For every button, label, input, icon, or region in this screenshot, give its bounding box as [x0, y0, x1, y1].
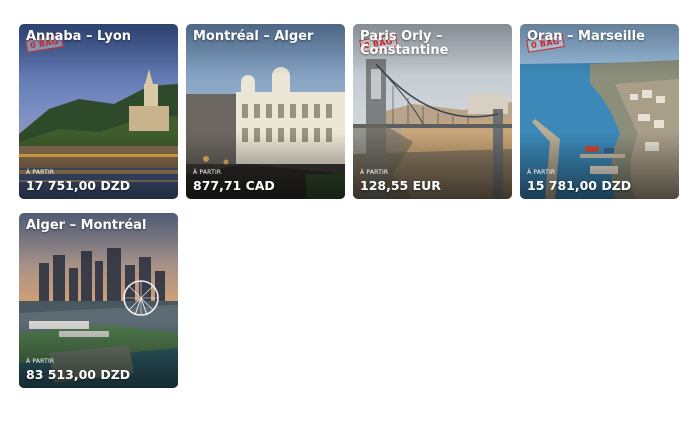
from-label: À PARTIR — [193, 169, 222, 176]
from-label: À PARTIR — [527, 169, 556, 176]
route-title: Oran – Marseille — [527, 29, 645, 44]
destination-grid: 0 BAG Annaba – Lyon À PARTIR 17 751,00 D… — [19, 24, 679, 388]
destination-card-oran-marseille[interactable]: 0 BAG Oran – Marseille À PARTIR 15 781,0… — [520, 24, 679, 199]
destination-card-alger-montreal[interactable]: Alger – Montréal À PARTIR 83 513,00 DZD — [19, 213, 178, 388]
route-title: Annaba – Lyon — [26, 29, 132, 44]
route-title: Paris Orly – Constantine — [360, 29, 449, 58]
from-label: À PARTIR — [360, 169, 389, 176]
price-label: 83 513,00 DZD — [26, 367, 131, 382]
destination-card-montreal-alger[interactable]: Montréal – Alger À PARTIR 877,71 CAD — [186, 24, 345, 199]
price-label: 15 781,00 DZD — [527, 178, 632, 193]
price-label: 877,71 CAD — [193, 178, 275, 193]
price-label: 17 751,00 DZD — [26, 178, 131, 193]
route-title: Alger – Montréal — [26, 218, 147, 233]
from-label: À PARTIR — [26, 358, 55, 365]
destination-card-paris-orly-constantine[interactable]: 0 BAG Paris Orly – Constantine À PARTIR … — [353, 24, 512, 199]
price-label: 128,55 EUR — [360, 178, 441, 193]
from-label: À PARTIR — [26, 169, 55, 176]
route-title: Montréal – Alger — [193, 29, 314, 44]
destination-card-annaba-lyon[interactable]: 0 BAG Annaba – Lyon À PARTIR 17 751,00 D… — [19, 24, 178, 199]
